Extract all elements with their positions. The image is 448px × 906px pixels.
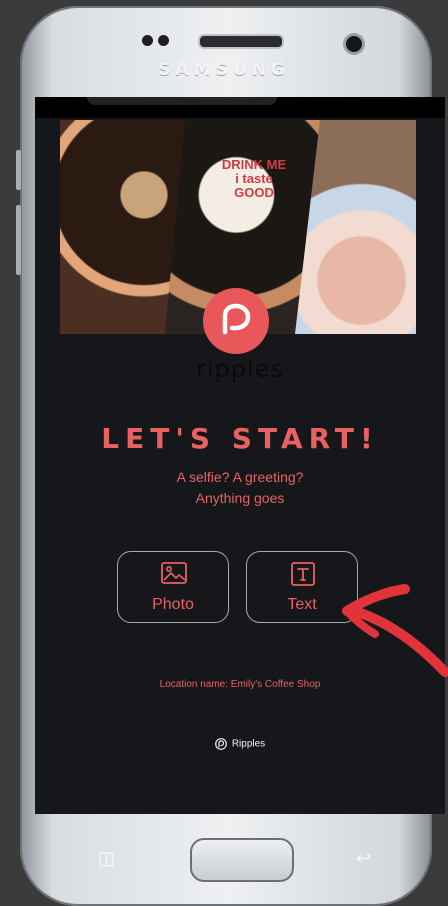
speaker-grille bbox=[198, 34, 284, 49]
drink-me-sign: DRINK ME i taste GOOD bbox=[221, 157, 287, 200]
front-camera-icon bbox=[346, 36, 362, 52]
app-wordmark: ripples bbox=[196, 355, 284, 383]
home-button[interactable] bbox=[190, 838, 294, 882]
page-title: LET'S START! bbox=[101, 422, 379, 455]
sensor-icon bbox=[158, 35, 169, 46]
ripples-logo-icon bbox=[222, 303, 251, 335]
app-screen: DRINK ME i taste GOOD ripples LET'S STAR… bbox=[35, 97, 445, 814]
recent-apps-icon[interactable]: ◫ bbox=[98, 848, 115, 869]
text-icon bbox=[291, 562, 315, 586]
device-brand: SAMSUNG bbox=[158, 60, 290, 80]
subtitle-line-2: Anything goes bbox=[195, 490, 285, 506]
photo-button[interactable]: Photo bbox=[117, 551, 229, 623]
back-icon[interactable]: ↩ bbox=[356, 848, 371, 869]
photo-button-label: Photo bbox=[152, 596, 194, 613]
volume-up-button bbox=[16, 150, 21, 190]
volume-down-button bbox=[16, 205, 21, 275]
screen-notch bbox=[87, 97, 277, 105]
footer-brand: Ripples bbox=[35, 738, 445, 750]
image-icon bbox=[161, 562, 187, 584]
footer-brand-label: Ripples bbox=[231, 738, 266, 750]
ripples-mini-icon bbox=[214, 738, 227, 750]
subtitle-line-1: A selfie? A greeting? bbox=[176, 469, 304, 485]
hand-drawn-arrow-icon bbox=[342, 584, 448, 677]
sensor-icon bbox=[142, 35, 153, 46]
ripples-logo bbox=[203, 288, 269, 354]
